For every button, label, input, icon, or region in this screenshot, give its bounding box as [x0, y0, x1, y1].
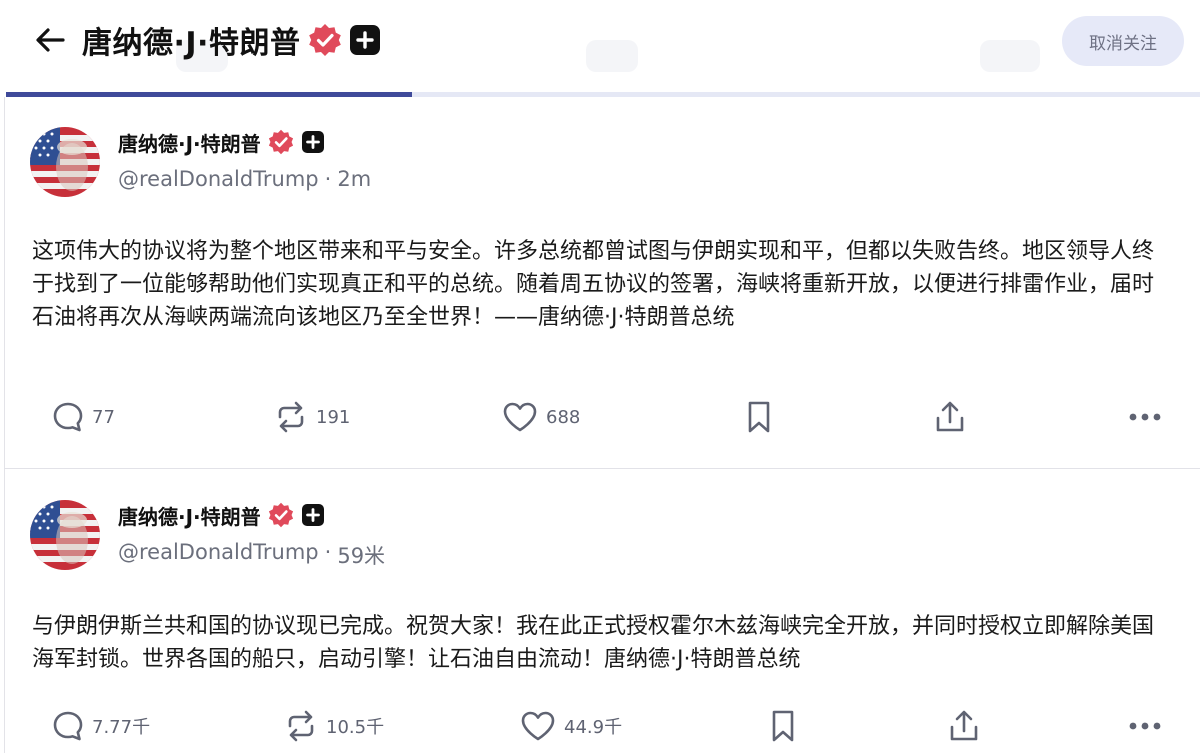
post-body: 这项伟大的协议将为整个地区带来和平与安全。许多总统都曾试图与伊朗实现和平，但都以…	[32, 239, 1155, 330]
reply-button[interactable]: 77	[52, 397, 115, 437]
author-handle-row: @realDonaldTrump · 59米	[118, 540, 385, 570]
reply-button[interactable]: 7.77千	[52, 706, 150, 746]
post-card[interactable]: 唐纳德·J·特朗普 @realDonaldTrump · 59米 与伊朗伊斯兰共…	[4, 470, 1200, 753]
repost-count: 10.5千	[326, 717, 385, 738]
verified-badge-icon	[268, 502, 294, 528]
like-button[interactable]: 44.9千	[520, 706, 622, 746]
plus-badge-icon	[350, 25, 381, 55]
author-name-row[interactable]: 唐纳德·J·特朗普	[118, 500, 324, 530]
author-handle[interactable]: @realDonaldTrump	[118, 167, 319, 191]
author-handle[interactable]: @realDonaldTrump	[118, 540, 319, 570]
separator-dot: ·	[324, 167, 332, 191]
bookmark-icon	[772, 710, 794, 742]
like-icon	[503, 402, 537, 432]
verified-badge-icon	[268, 129, 294, 155]
plus-badge-icon	[301, 131, 324, 153]
post-actions: 7.77千 10.5千 44.9千	[4, 706, 1200, 746]
top-bar: 唐纳德·J·特朗普 取消关注	[0, 0, 1200, 92]
repost-button[interactable]: 191	[274, 397, 350, 437]
share-button[interactable]	[948, 706, 980, 746]
avatar[interactable]	[30, 500, 100, 570]
background-tab-placeholder	[586, 40, 638, 72]
bookmark-icon	[748, 401, 770, 433]
author-name[interactable]: 唐纳德·J·特朗普	[118, 128, 261, 157]
reply-icon	[53, 711, 83, 741]
verified-badge-icon	[308, 23, 342, 57]
repost-icon	[288, 710, 314, 742]
back-button[interactable]	[30, 22, 70, 58]
share-button[interactable]	[934, 397, 966, 437]
repost-count: 191	[316, 406, 351, 428]
repost-button[interactable]: 10.5千	[284, 706, 384, 746]
avatar[interactable]	[30, 127, 100, 197]
bookmark-button[interactable]	[746, 397, 772, 437]
reply-count: 77	[92, 406, 115, 428]
more-icon	[1129, 413, 1161, 421]
like-icon	[521, 711, 555, 741]
more-options-button[interactable]	[1128, 706, 1162, 746]
separator-dot: ·	[324, 540, 332, 564]
post-timestamp[interactable]: 59米	[337, 540, 385, 570]
post-timestamp[interactable]: 2m	[337, 167, 371, 191]
author-name-row[interactable]: 唐纳德·J·特朗普	[118, 127, 324, 157]
back-arrow-icon	[36, 28, 65, 52]
author-handle-row: @realDonaldTrump · 2m	[118, 167, 371, 191]
share-icon	[950, 710, 978, 741]
more-icon	[1129, 722, 1161, 730]
plus-badge-icon	[301, 504, 324, 526]
bookmark-button[interactable]	[770, 706, 796, 746]
post-body: 与伊朗伊斯兰共和国的协议现已完成。祝贺大家！我在此正式授权霍尔木兹海峡完全开放，…	[32, 614, 1155, 672]
reply-count: 7.77千	[92, 717, 151, 738]
post-actions: 77 191 688	[4, 397, 1200, 437]
share-icon	[936, 401, 964, 432]
page-title: 唐纳德·J·特朗普	[82, 26, 301, 61]
profile-header-title: 唐纳德·J·特朗普	[82, 18, 381, 62]
post-card[interactable]: 唐纳德·J·特朗普 @realDonaldTrump · 2m 这项伟大的协议将…	[4, 97, 1200, 469]
like-count: 688	[546, 406, 581, 428]
more-options-button[interactable]	[1128, 397, 1162, 437]
like-count: 44.9千	[564, 717, 623, 738]
like-button[interactable]: 688	[502, 397, 580, 437]
background-tab-placeholder	[980, 40, 1040, 72]
author-name[interactable]: 唐纳德·J·特朗普	[118, 501, 261, 530]
repost-icon	[278, 401, 304, 433]
reply-icon	[53, 402, 83, 432]
unfollow-button[interactable]: 取消关注	[1062, 16, 1184, 66]
